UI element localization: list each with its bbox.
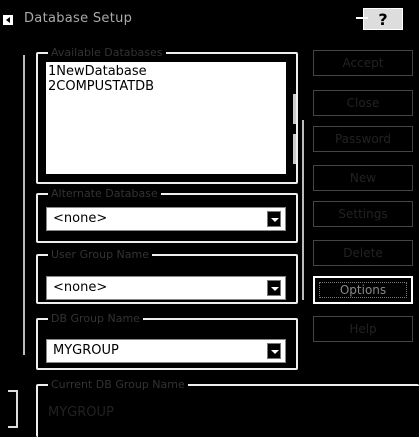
current-group-value: MYGROUP	[48, 405, 114, 420]
listbox-scrollbar[interactable]	[293, 94, 296, 124]
settings-button[interactable]: Settings	[313, 201, 413, 227]
accept-button[interactable]: Accept	[313, 50, 413, 76]
listbox-scrollbar-lower	[293, 134, 296, 164]
user-group-value: <none>	[53, 280, 108, 295]
user-group-select[interactable]: <none>	[46, 276, 286, 300]
database-list-label: Available Databases	[48, 46, 166, 59]
window-title: Database Setup	[24, 11, 133, 26]
help-question-icon[interactable]: ?	[356, 8, 403, 30]
options-button[interactable]: Options	[313, 276, 413, 304]
alt-database-value: <none>	[53, 211, 108, 226]
chevron-down-icon[interactable]	[267, 280, 281, 296]
db-group-value: MYGROUP	[53, 343, 119, 358]
new-button[interactable]: New	[313, 165, 413, 191]
current-group-label: Current DB Group Name	[48, 378, 188, 391]
list-item[interactable]: 2COMPUSTATDB	[48, 79, 284, 94]
alt-database-label: Alternate Database	[48, 187, 161, 200]
alt-database-select[interactable]: <none>	[46, 207, 286, 231]
list-item[interactable]: 1NewDatabase	[48, 64, 284, 79]
right-frame-line	[302, 120, 304, 300]
user-group-group: User Group Name <none>	[36, 248, 298, 304]
database-list-group: Available Databases 1NewDatabase 2COMPUS…	[36, 46, 298, 184]
db-group-label: DB Group Name	[48, 312, 143, 325]
close-button[interactable]: Close	[313, 90, 413, 116]
current-group-group: Current DB Group Name MYGROUP	[36, 378, 419, 437]
help-button[interactable]: Help	[313, 316, 413, 342]
chevron-down-icon[interactable]	[267, 343, 281, 359]
bottom-left-bracket	[8, 390, 18, 428]
left-frame-line	[23, 55, 25, 355]
title-bar: Database Setup ?	[0, 0, 419, 38]
user-group-label: User Group Name	[48, 248, 153, 261]
system-menu-icon[interactable]	[3, 15, 13, 25]
alt-database-group: Alternate Database <none>	[36, 187, 298, 243]
db-group-select[interactable]: MYGROUP	[46, 339, 286, 363]
db-group-group: DB Group Name MYGROUP	[36, 312, 298, 370]
database-listbox[interactable]: 1NewDatabase 2COMPUSTATDB	[46, 62, 286, 174]
chevron-down-icon[interactable]	[267, 211, 281, 227]
delete-button[interactable]: Delete	[313, 240, 413, 266]
password-button[interactable]: Password	[313, 126, 413, 152]
